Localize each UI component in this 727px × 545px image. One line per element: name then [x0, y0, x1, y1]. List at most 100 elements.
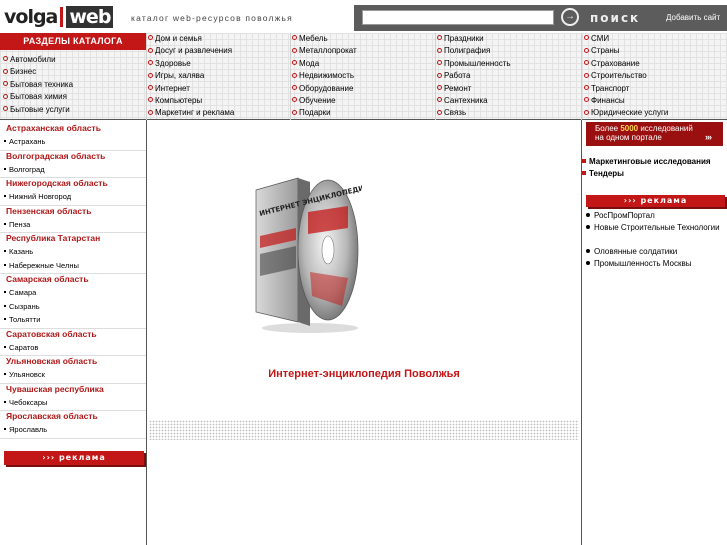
logo-divider: [60, 7, 64, 27]
city-label: Сызрань: [9, 301, 40, 311]
catalog-item[interactable]: Бытовые услуги: [3, 104, 73, 116]
catalog-item[interactable]: Подарки: [292, 107, 357, 119]
bullet-icon: [292, 109, 297, 115]
city-link[interactable]: Тольятти: [4, 315, 40, 324]
catalog-item[interactable]: Работа: [437, 70, 511, 82]
catalog-item[interactable]: Строительство: [584, 70, 668, 82]
marketing-research-link[interactable]: Маркетинговые исследования: [582, 157, 711, 166]
search-input[interactable]: [362, 10, 554, 25]
city-link[interactable]: Ярославль: [4, 425, 47, 434]
ad-item-construction-tech[interactable]: Новые Строительные Технологии: [586, 222, 727, 234]
catalog-item[interactable]: Бытовая техника: [3, 79, 73, 91]
city-link[interactable]: Астрахань: [4, 137, 45, 146]
catalog-item[interactable]: Дом и семья: [148, 33, 234, 45]
catalog-item[interactable]: Маркетинг и реклама: [148, 107, 234, 119]
city-link[interactable]: Казань: [4, 247, 33, 256]
catalog-item[interactable]: Мода: [292, 58, 357, 70]
catalog-item[interactable]: Автомобили: [3, 54, 73, 66]
region-name[interactable]: Ульяновская область: [6, 356, 97, 366]
region-name[interactable]: Астраханская область: [6, 123, 101, 133]
city-link[interactable]: Чебоксары: [4, 398, 47, 407]
right-sidebar: Более 5000 исследований на одном портале…: [581, 120, 727, 545]
catalog-item[interactable]: Юридические услуги: [584, 107, 668, 119]
catalog-item[interactable]: Досуг и развлечения: [148, 45, 234, 57]
catalog-item[interactable]: Компьютеры: [148, 95, 234, 107]
add-site-link[interactable]: Добавить сайт: [666, 13, 720, 22]
catalog-item[interactable]: Страны: [584, 45, 668, 57]
city-link[interactable]: Самара: [4, 288, 36, 297]
banner-line2: на одном портале: [595, 133, 662, 142]
catalog-item[interactable]: СМИ: [584, 33, 668, 45]
city-link[interactable]: Волгоград: [4, 165, 45, 174]
ad-item-rospromportal[interactable]: РосПромПортал: [586, 210, 727, 222]
city-link[interactable]: Нижний Новгород: [4, 192, 71, 201]
bullet-icon: [437, 109, 442, 115]
catalog-item-label: Компьютеры: [155, 95, 203, 105]
bullet-icon: [584, 84, 589, 90]
region-name[interactable]: Волгоградская область: [6, 151, 105, 161]
catalog-item[interactable]: Сантехника: [437, 95, 511, 107]
city-label: Саратов: [9, 342, 39, 352]
catalog-item[interactable]: Оборудование: [292, 83, 357, 95]
bullet-icon: [148, 47, 153, 53]
city-link[interactable]: Ульяновск: [4, 370, 45, 379]
ad-item-moscow-industry[interactable]: Промышленность Москвы: [586, 258, 727, 270]
go-arrow-icon[interactable]: →: [561, 8, 579, 26]
city-label: Тольятти: [9, 315, 41, 324]
site-logo[interactable]: volga web: [4, 6, 114, 28]
bullet-icon: [4, 373, 6, 376]
catalog-item[interactable]: Ремонт: [437, 83, 511, 95]
region-name[interactable]: Саратовская область: [6, 329, 97, 339]
catalog-item-label: Игры, халява: [155, 71, 205, 81]
bullet-icon: [584, 35, 589, 41]
region-name[interactable]: Нижегородская область: [6, 178, 108, 188]
bullet-icon: [3, 105, 8, 111]
region-name[interactable]: Республика Татарстан: [6, 233, 100, 243]
catalog-item[interactable]: Транспорт: [584, 83, 668, 95]
region-name[interactable]: Чувашская республика: [6, 384, 104, 394]
region-name[interactable]: Пензенская область: [6, 206, 91, 216]
catalog-item[interactable]: Страхование: [584, 58, 668, 70]
catalog-item[interactable]: Здоровье: [148, 58, 234, 70]
catalog-column-2: Дом и семья Досуг и развлечения Здоровье Иг…: [148, 33, 234, 120]
catalog-item[interactable]: Мебель: [292, 33, 357, 45]
city-link[interactable]: Набережные Челны: [4, 261, 79, 270]
bullet-icon: [292, 47, 297, 53]
bullet-icon: [4, 263, 6, 266]
catalog-item[interactable]: Полиграфия: [437, 45, 511, 57]
region-name[interactable]: Самарская область: [6, 274, 89, 284]
catalog-item-label: Недвижимость: [299, 71, 355, 81]
region-name[interactable]: Ярославская область: [6, 411, 98, 421]
city-link[interactable]: Саратов: [4, 343, 38, 352]
city-label: Казань: [9, 247, 34, 256]
bullet-icon: [148, 60, 153, 66]
right-ad-header[interactable]: ››› реклама: [586, 195, 725, 207]
catalog-column-3: Мебель Металлопрокат Мода Недвижимость Обору…: [292, 33, 357, 120]
catalog-item[interactable]: Интернет: [148, 83, 234, 95]
catalog-item[interactable]: Металлопрокат: [292, 45, 357, 57]
cd-box-image[interactable]: ИНТЕРНЕТ ЭНЦИКЛОПЕДИЯ: [252, 176, 370, 336]
bullet-icon: [437, 47, 442, 53]
catalog-item[interactable]: Связь: [437, 107, 511, 119]
catalog-item[interactable]: Промышленность: [437, 58, 511, 70]
catalog-item[interactable]: Финансы: [584, 95, 668, 107]
catalog-item[interactable]: Бизнес: [3, 66, 73, 78]
region-divider: [0, 437, 146, 439]
catalog-item-label: Автомобили: [10, 55, 56, 64]
city-link[interactable]: Сызрань: [4, 302, 40, 311]
catalog-item-label: Строительство: [591, 71, 647, 81]
catalog-item[interactable]: Бытовая химия: [3, 91, 73, 103]
research-banner[interactable]: Более 5000 исследований на одном портале…: [586, 122, 723, 146]
catalog-item[interactable]: Игры, халява: [148, 70, 234, 82]
left-ad-header[interactable]: ››› реклама: [4, 451, 144, 465]
bullet-icon: [586, 212, 590, 217]
encyclopedia-title[interactable]: Интернет-энциклопедия Поволжья: [147, 368, 581, 380]
city-link[interactable]: Пенза: [4, 220, 30, 229]
tenders-link[interactable]: Тендеры: [582, 169, 624, 178]
regions-sidebar: Астраханская область Астрахань Волгоградск…: [0, 120, 147, 545]
catalog-item[interactable]: Обучение: [292, 95, 357, 107]
ad-item-tin-soldiers[interactable]: Оловянные солдатики: [586, 246, 727, 258]
catalog-item[interactable]: Недвижимость: [292, 70, 357, 82]
catalog-item[interactable]: Праздники: [437, 33, 511, 45]
search-button[interactable]: поиск: [590, 11, 640, 25]
